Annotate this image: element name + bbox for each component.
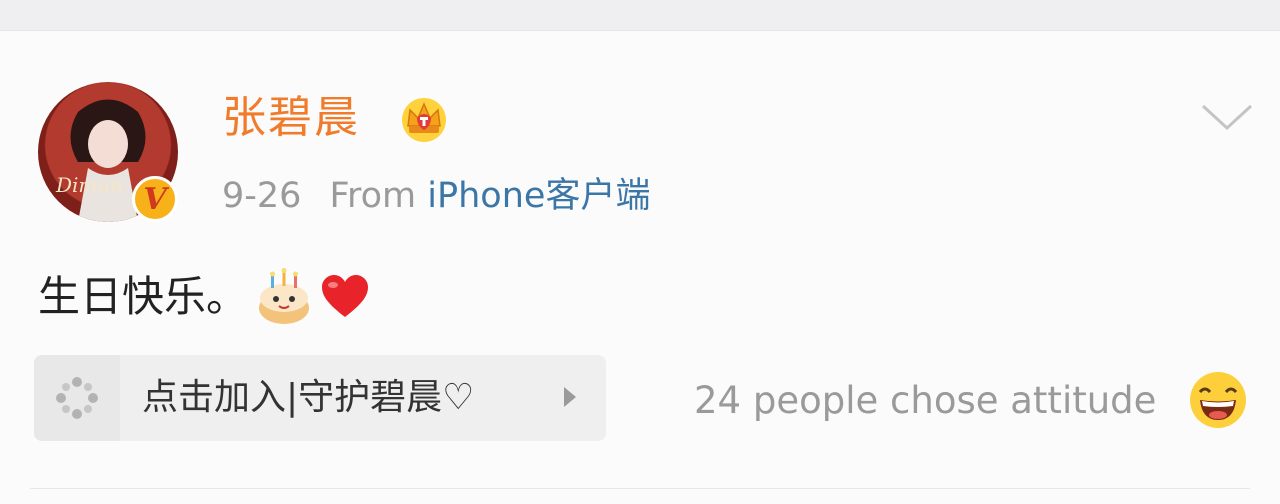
- source-link[interactable]: iPhone客户端: [427, 176, 650, 216]
- post-meta: 9-26 From iPhone客户端: [222, 174, 650, 218]
- birthday-cake-emoji: [259, 268, 310, 324]
- group-icon-box: [34, 355, 120, 441]
- divider: [30, 488, 1250, 489]
- group-label: 点击加入|守护碧晨♡: [142, 377, 475, 418]
- post-text: 生日快乐。: [38, 272, 249, 321]
- attitude-count[interactable]: 24 people chose attitude: [694, 378, 1156, 424]
- play-arrow-icon: [564, 387, 576, 407]
- crown-icon: [402, 98, 446, 142]
- chevron-down-icon[interactable]: [1200, 102, 1254, 132]
- post-text-line: 生日快乐。: [38, 268, 370, 326]
- laughing-face-emoji[interactable]: [1188, 370, 1248, 430]
- post-date: 9-26: [222, 176, 302, 216]
- join-group-bar[interactable]: 点击加入|守护碧晨♡: [34, 355, 606, 441]
- verified-v-icon: V: [132, 176, 178, 222]
- author-name[interactable]: 张碧晨: [222, 92, 360, 144]
- source-prefix: From: [329, 176, 417, 216]
- red-heart-emoji: [322, 275, 369, 317]
- svg-text:Dimun: Dimun: [55, 173, 123, 197]
- loading-dots-icon: [56, 377, 98, 419]
- top-bar: [0, 0, 1280, 31]
